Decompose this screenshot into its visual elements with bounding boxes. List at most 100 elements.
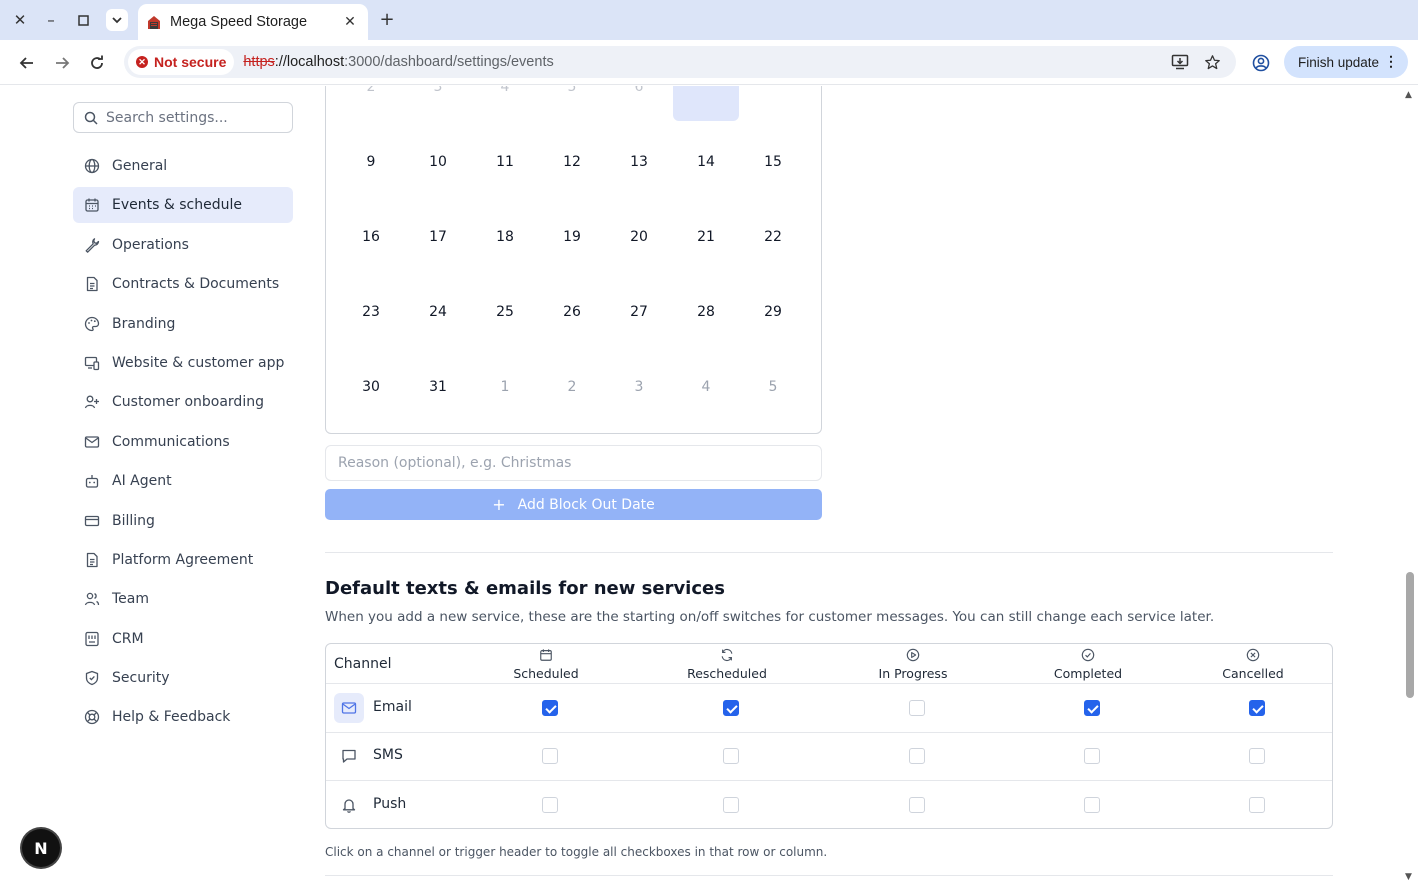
mail-icon[interactable] — [334, 693, 364, 723]
checkbox-push-in-progress[interactable] — [909, 797, 925, 813]
calendar-day[interactable]: 3 — [405, 86, 471, 107]
calendar-day[interactable]: 13 — [606, 142, 672, 182]
search-input[interactable] — [106, 109, 286, 126]
reason-input[interactable] — [338, 455, 808, 471]
calendar-day[interactable]: 11 — [472, 142, 538, 182]
tab-close-icon[interactable]: ✕ — [340, 12, 360, 32]
nextjs-dev-badge[interactable]: N — [22, 829, 60, 867]
finish-update-button[interactable]: Finish update ⋮ — [1284, 46, 1408, 78]
sidebar-item-crm[interactable]: CRM — [73, 621, 293, 657]
channel-label[interactable]: Email — [373, 699, 412, 715]
new-tab-icon[interactable]: + — [376, 9, 398, 31]
column-header-rescheduled[interactable]: Rescheduled — [657, 646, 797, 681]
sidebar-item-billing[interactable]: Billing — [73, 503, 293, 539]
checkbox-email-rescheduled[interactable] — [723, 700, 739, 716]
calendar-day[interactable]: 6 — [606, 86, 672, 107]
calendar-day[interactable]: 9 — [338, 142, 404, 182]
calendar-day[interactable]: 20 — [606, 217, 672, 257]
calendar-day[interactable]: 16 — [338, 217, 404, 257]
checkbox-push-cancelled[interactable] — [1249, 797, 1265, 813]
calendar-day[interactable]: 4 — [472, 86, 538, 107]
more-menu-icon[interactable]: ⋮ — [1384, 53, 1398, 70]
scrollbar-thumb[interactable] — [1406, 572, 1414, 698]
sidebar-item-customer-onboarding[interactable]: Customer onboarding — [73, 384, 293, 420]
checkbox-sms-scheduled[interactable] — [542, 748, 558, 764]
back-arrow-icon[interactable] — [14, 50, 40, 76]
checkbox-email-in-progress[interactable] — [909, 700, 925, 716]
calendar-day[interactable]: 1 — [472, 367, 538, 407]
message-icon[interactable] — [334, 741, 364, 771]
add-block-out-date-button[interactable]: + Add Block Out Date — [325, 489, 822, 520]
column-header-completed[interactable]: Completed — [1018, 646, 1158, 681]
tab-search-chevron-icon[interactable] — [106, 9, 128, 31]
sidebar-item-team[interactable]: Team — [73, 581, 293, 617]
sidebar-item-ai-agent[interactable]: AI Agent — [73, 463, 293, 499]
column-header-scheduled[interactable]: Scheduled — [476, 646, 616, 681]
search-box[interactable] — [73, 102, 293, 133]
calendar-day[interactable]: 2 — [539, 367, 605, 407]
calendar-day[interactable]: 12 — [539, 142, 605, 182]
calendar-day[interactable]: 27 — [606, 292, 672, 332]
reload-icon[interactable] — [84, 50, 110, 76]
scroll-down-arrow-icon[interactable]: ▼ — [1405, 872, 1412, 882]
checkbox-push-completed[interactable] — [1084, 797, 1100, 813]
profile-icon[interactable] — [1248, 50, 1274, 76]
sidebar-item-events-schedule[interactable]: Events & schedule — [73, 187, 293, 224]
calendar-day-selected[interactable]: 7 — [673, 86, 739, 121]
calendar-day[interactable]: 2 — [338, 86, 404, 107]
checkbox-email-completed[interactable] — [1084, 700, 1100, 716]
calendar-day[interactable]: 25 — [472, 292, 538, 332]
calendar-day[interactable]: 3 — [606, 367, 672, 407]
calendar-day[interactable]: 19 — [539, 217, 605, 257]
install-app-icon[interactable] — [1170, 52, 1190, 72]
bell-icon[interactable] — [334, 790, 364, 820]
reason-field[interactable] — [325, 445, 822, 481]
not-secure-chip[interactable]: ✕ Not secure — [128, 49, 235, 75]
forward-arrow-icon[interactable] — [49, 50, 75, 76]
sidebar-item-general[interactable]: General — [73, 148, 293, 184]
checkbox-sms-in-progress[interactable] — [909, 748, 925, 764]
browser-tab-active[interactable]: Mega Speed Storage ✕ — [138, 4, 368, 40]
calendar-day[interactable]: 29 — [740, 292, 806, 332]
checkbox-sms-cancelled[interactable] — [1249, 748, 1265, 764]
calendar-day[interactable]: 28 — [673, 292, 739, 332]
sidebar-item-platform-agreement[interactable]: Platform Agreement — [73, 542, 293, 578]
checkbox-push-scheduled[interactable] — [542, 797, 558, 813]
window-close-icon[interactable]: ✕ — [9, 9, 31, 31]
page-scrollbar[interactable]: ▲ ▼ — [1402, 86, 1418, 887]
checkbox-email-cancelled[interactable] — [1249, 700, 1265, 716]
sidebar-item-branding[interactable]: Branding — [73, 306, 293, 342]
address-bar[interactable]: ✕ Not secure https://localhost:3000/dash… — [124, 46, 1236, 78]
channel-label[interactable]: Push — [373, 796, 406, 812]
sidebar-item-security[interactable]: Security — [73, 660, 293, 696]
calendar-day[interactable]: 10 — [405, 142, 471, 182]
sidebar-item-contracts-documents[interactable]: Contracts & Documents — [73, 266, 293, 302]
calendar-day[interactable]: 31 — [405, 367, 471, 407]
sidebar-item-help-feedback[interactable]: Help & Feedback — [73, 699, 293, 735]
column-header-cancelled[interactable]: Cancelled — [1183, 646, 1323, 681]
calendar-day[interactable]: 26 — [539, 292, 605, 332]
calendar-day[interactable]: 21 — [673, 217, 739, 257]
checkbox-push-rescheduled[interactable] — [723, 797, 739, 813]
calendar-day[interactable]: 18 — [472, 217, 538, 257]
checkbox-sms-rescheduled[interactable] — [723, 748, 739, 764]
sidebar-item-communications[interactable]: Communications — [73, 424, 293, 460]
calendar-day[interactable]: 22 — [740, 217, 806, 257]
window-minimize-icon[interactable]: – — [40, 9, 62, 31]
calendar-day[interactable]: 15 — [740, 142, 806, 182]
calendar-day[interactable]: 17 — [405, 217, 471, 257]
calendar-day[interactable]: 4 — [673, 367, 739, 407]
window-maximize-icon[interactable] — [72, 9, 94, 31]
calendar-day[interactable]: 14 — [673, 142, 739, 182]
calendar-day[interactable]: 23 — [338, 292, 404, 332]
calendar-day[interactable]: 8 — [740, 86, 806, 101]
bookmark-star-icon[interactable] — [1202, 52, 1222, 72]
checkbox-sms-completed[interactable] — [1084, 748, 1100, 764]
column-header-in-progress[interactable]: In Progress — [843, 646, 983, 681]
scroll-up-arrow-icon[interactable]: ▲ — [1405, 90, 1412, 100]
calendar-day[interactable]: 5 — [539, 86, 605, 107]
checkbox-email-scheduled[interactable] — [542, 700, 558, 716]
calendar-day[interactable]: 5 — [740, 367, 806, 407]
channel-label[interactable]: SMS — [373, 747, 403, 763]
sidebar-item-website-customer-app[interactable]: Website & customer app — [73, 345, 293, 381]
